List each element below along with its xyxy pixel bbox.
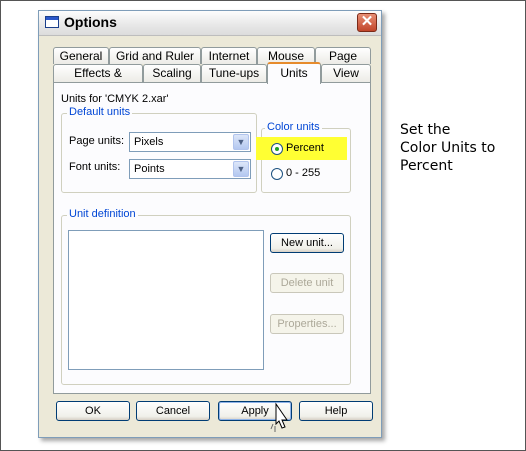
- instruction-line-3: Percent: [400, 158, 453, 174]
- default-units-legend: Default units: [67, 106, 133, 118]
- properties-button[interactable]: Properties...: [270, 314, 344, 334]
- page-units-value: Pixels: [134, 136, 164, 148]
- options-dialog: Options ✕ General Grid and Ruler Interne…: [38, 10, 382, 438]
- font-units-value: Points: [134, 163, 165, 175]
- tab-units[interactable]: Units: [267, 62, 321, 84]
- chevron-down-icon[interactable]: ▼: [233, 161, 249, 177]
- units-panel: Units for 'CMYK 2.xar' Default units Pag…: [53, 82, 371, 394]
- close-icon[interactable]: ✕: [357, 13, 377, 32]
- units-for-label: Units for 'CMYK 2.xar': [61, 93, 169, 105]
- ok-button[interactable]: OK: [56, 401, 130, 421]
- default-units-group: [61, 113, 257, 193]
- window-title: Options: [64, 14, 117, 30]
- tab-general[interactable]: General: [53, 47, 109, 64]
- tab-grid-and-ruler[interactable]: Grid and Ruler: [109, 47, 201, 64]
- unit-definition-legend: Unit definition: [67, 208, 138, 220]
- window-icon: [45, 16, 59, 28]
- range-0-255-radio[interactable]: [271, 168, 283, 180]
- font-units-select[interactable]: Points ▼: [129, 159, 251, 179]
- tab-tune-ups[interactable]: Tune-ups: [201, 64, 267, 82]
- percent-radio[interactable]: [271, 143, 283, 155]
- tab-scaling[interactable]: Scaling: [143, 64, 201, 82]
- chevron-down-icon[interactable]: ▼: [233, 134, 249, 150]
- help-button[interactable]: Help: [299, 401, 373, 421]
- new-unit-button[interactable]: New unit...: [270, 233, 344, 253]
- font-units-label: Font units:: [69, 161, 121, 173]
- page-units-select[interactable]: Pixels ▼: [129, 132, 251, 152]
- tab-page[interactable]: Page: [315, 47, 371, 64]
- delete-unit-button[interactable]: Delete unit: [270, 273, 344, 293]
- color-units-legend: Color units: [265, 121, 322, 133]
- mouse-pointer-icon: [270, 402, 288, 432]
- percent-radio-label[interactable]: Percent: [286, 142, 324, 154]
- instruction-text: Set the Color Units to Percent: [400, 121, 510, 175]
- title-bar[interactable]: Options ✕: [39, 11, 381, 36]
- instruction-line-1: Set the: [400, 122, 451, 138]
- tab-effects-plugins[interactable]: Effects & Plugins: [53, 64, 143, 96]
- tab-view[interactable]: View: [321, 64, 371, 82]
- unit-list[interactable]: [68, 230, 264, 370]
- tab-internet[interactable]: Internet: [201, 47, 257, 64]
- page-units-label: Page units:: [69, 135, 125, 147]
- instruction-line-2: Color Units to: [400, 140, 496, 156]
- range-0-255-radio-label[interactable]: 0 - 255: [286, 167, 320, 179]
- cancel-button[interactable]: Cancel: [136, 401, 210, 421]
